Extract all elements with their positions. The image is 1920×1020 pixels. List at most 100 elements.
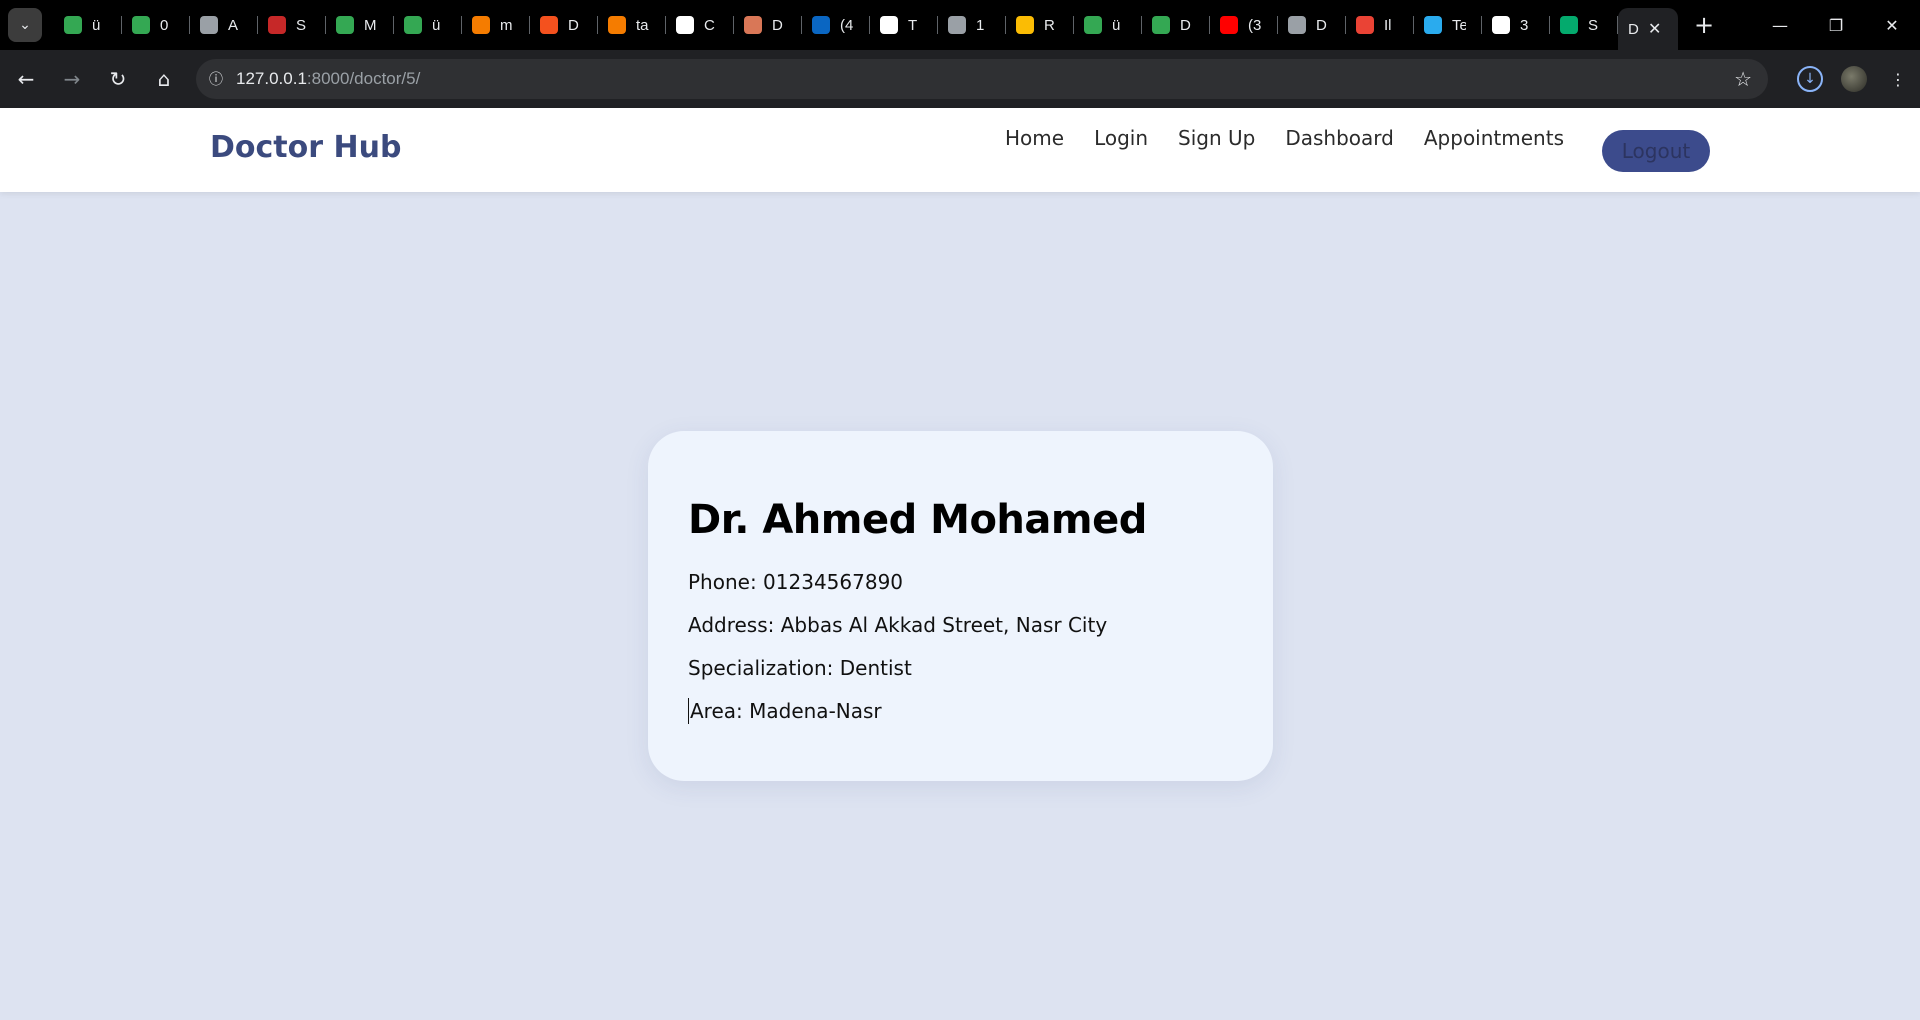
browser-tab[interactable]: 3 [1482,0,1550,50]
browser-tab[interactable]: ü [1074,0,1142,50]
google-drive-icon [336,16,354,34]
tab-title: Il [1384,16,1392,34]
minimize-button[interactable]: — [1752,0,1808,50]
new-tab-button[interactable]: + [1684,5,1724,45]
doctor-area-text: Area: Madena-Nasr [690,699,882,723]
f-icon [1492,16,1510,34]
url-host: 127.0.0.1 [236,69,307,88]
tab-title: m [500,16,513,34]
browser-tab[interactable]: Il [1346,0,1414,50]
tab-title: ta [636,16,649,34]
profile-button[interactable] [1832,50,1876,108]
browser-tab[interactable]: C [666,0,734,50]
browser-toolbar: ← → ↻ ⌂ ⓘ 127.0.0.1:8000/doctor/5/ ☆ ↓ ⋮ [0,50,1920,108]
logout-button[interactable]: Logout [1602,130,1710,172]
tab-title: 0 [160,16,169,34]
restore-button[interactable]: ❐ [1808,0,1864,50]
menu-button[interactable]: ⋮ [1876,50,1920,108]
nav-links: Home Login Sign Up Dashboard Appointment… [1005,126,1594,150]
w3schools-icon [1560,16,1578,34]
arrow-right-icon: → [63,67,81,91]
openai-icon [200,16,218,34]
close-window-button[interactable]: ✕ [1864,0,1920,50]
doctor-phone: Phone: 01234567890 [688,570,904,594]
plus-icon: + [1693,11,1715,39]
telegram-icon [1424,16,1442,34]
youtube-icon [1220,16,1238,34]
tab-title: R [1044,16,1055,34]
browser-tab[interactable]: (3 [1210,0,1278,50]
tab-title: D [772,16,783,34]
browser-tab[interactable]: m [462,0,530,50]
doctor-name: Dr. Ahmed Mohamed [688,497,1147,543]
browser-tab[interactable]: ü [54,0,122,50]
tab-title: (4 [840,16,854,34]
google-drive-icon [132,16,150,34]
chevron-down-icon: ⌄ [19,17,31,33]
browser-tab[interactable]: D [530,0,598,50]
browser-tab[interactable]: ta [598,0,666,50]
doctor-address: Address: Abbas Al Akkad Street, Nasr Cit… [688,613,1108,637]
nav-appointments[interactable]: Appointments [1424,126,1564,150]
nav-dashboard[interactable]: Dashboard [1285,126,1394,150]
tab-title: T [908,16,918,34]
tab-title: Te [1452,16,1466,34]
browser-tab[interactable]: 0 [122,0,190,50]
browser-tab[interactable]: 1 [938,0,1006,50]
download-icon: ↓ [1797,66,1823,92]
back-button[interactable]: ← [6,59,46,99]
tab-title: D [1180,16,1191,34]
tab-title: ü [1112,16,1121,34]
tab-title: ü [92,16,101,34]
nav-sign-up[interactable]: Sign Up [1178,126,1255,150]
home-button[interactable]: ⌂ [144,59,184,99]
forward-button[interactable]: → [52,59,92,99]
browser-tab[interactable]: S [258,0,326,50]
brand-logo[interactable]: Doctor Hub [210,130,401,165]
tab-title: 3 [1520,16,1529,34]
globe-icon [948,16,966,34]
tab-title: A [228,16,239,34]
tab-title: 1 [976,16,985,34]
tab-title: D [1628,20,1639,38]
close-tab-icon[interactable]: ✕ [1648,19,1661,39]
browser-tab[interactable]: R [1006,0,1074,50]
toolbar-right: ↓ ⋮ [1788,50,1920,108]
nav-home[interactable]: Home [1005,126,1064,150]
google-drive-icon [1152,16,1170,34]
google-drive-icon [1084,16,1102,34]
circle-icon [880,16,898,34]
reload-button[interactable]: ↻ [98,59,138,99]
tab-search-button[interactable]: ⌄ [8,8,42,42]
gmail-icon [1356,16,1374,34]
browser-tab[interactable]: M [326,0,394,50]
tab-title: S [296,16,307,34]
browser-tab[interactable]: S [1550,0,1618,50]
avatar [1841,66,1867,92]
linkedin-icon [812,16,830,34]
tab-title: M [364,16,377,34]
address-bar[interactable]: ⓘ 127.0.0.1:8000/doctor/5/ ☆ [196,59,1768,99]
bookmark-star-icon[interactable]: ☆ [1734,67,1752,91]
browser-tab[interactable]: (4 [802,0,870,50]
google-drive-icon [64,16,82,34]
browser-tab[interactable]: D [734,0,802,50]
browser-tab[interactable]: D [1142,0,1210,50]
site-navbar: Doctor Hub Home Login Sign Up Dashboard … [0,108,1920,192]
site-info-icon[interactable]: ⓘ [196,69,236,89]
doctor-detail-card: Dr. Ahmed Mohamed Phone: 01234567890 Add… [648,431,1273,781]
downloads-button[interactable]: ↓ [1788,50,1832,108]
browser-tab[interactable]: A [190,0,258,50]
active-browser-tab[interactable]: D ✕ [1618,8,1678,50]
browser-tab[interactable]: T [870,0,938,50]
nav-login[interactable]: Login [1094,126,1148,150]
browser-tab[interactable]: Te [1414,0,1482,50]
browser-tab[interactable]: D [1278,0,1346,50]
github-icon [676,16,694,34]
page: Doctor Hub Home Login Sign Up Dashboard … [0,108,1920,1020]
window-controls: — ❐ ✕ [1752,0,1920,50]
url-text[interactable]: 127.0.0.1:8000/doctor/5/ [236,69,420,89]
tab-title: ü [432,16,441,34]
browser-tab[interactable]: ü [394,0,462,50]
close-icon: ✕ [1885,15,1899,35]
